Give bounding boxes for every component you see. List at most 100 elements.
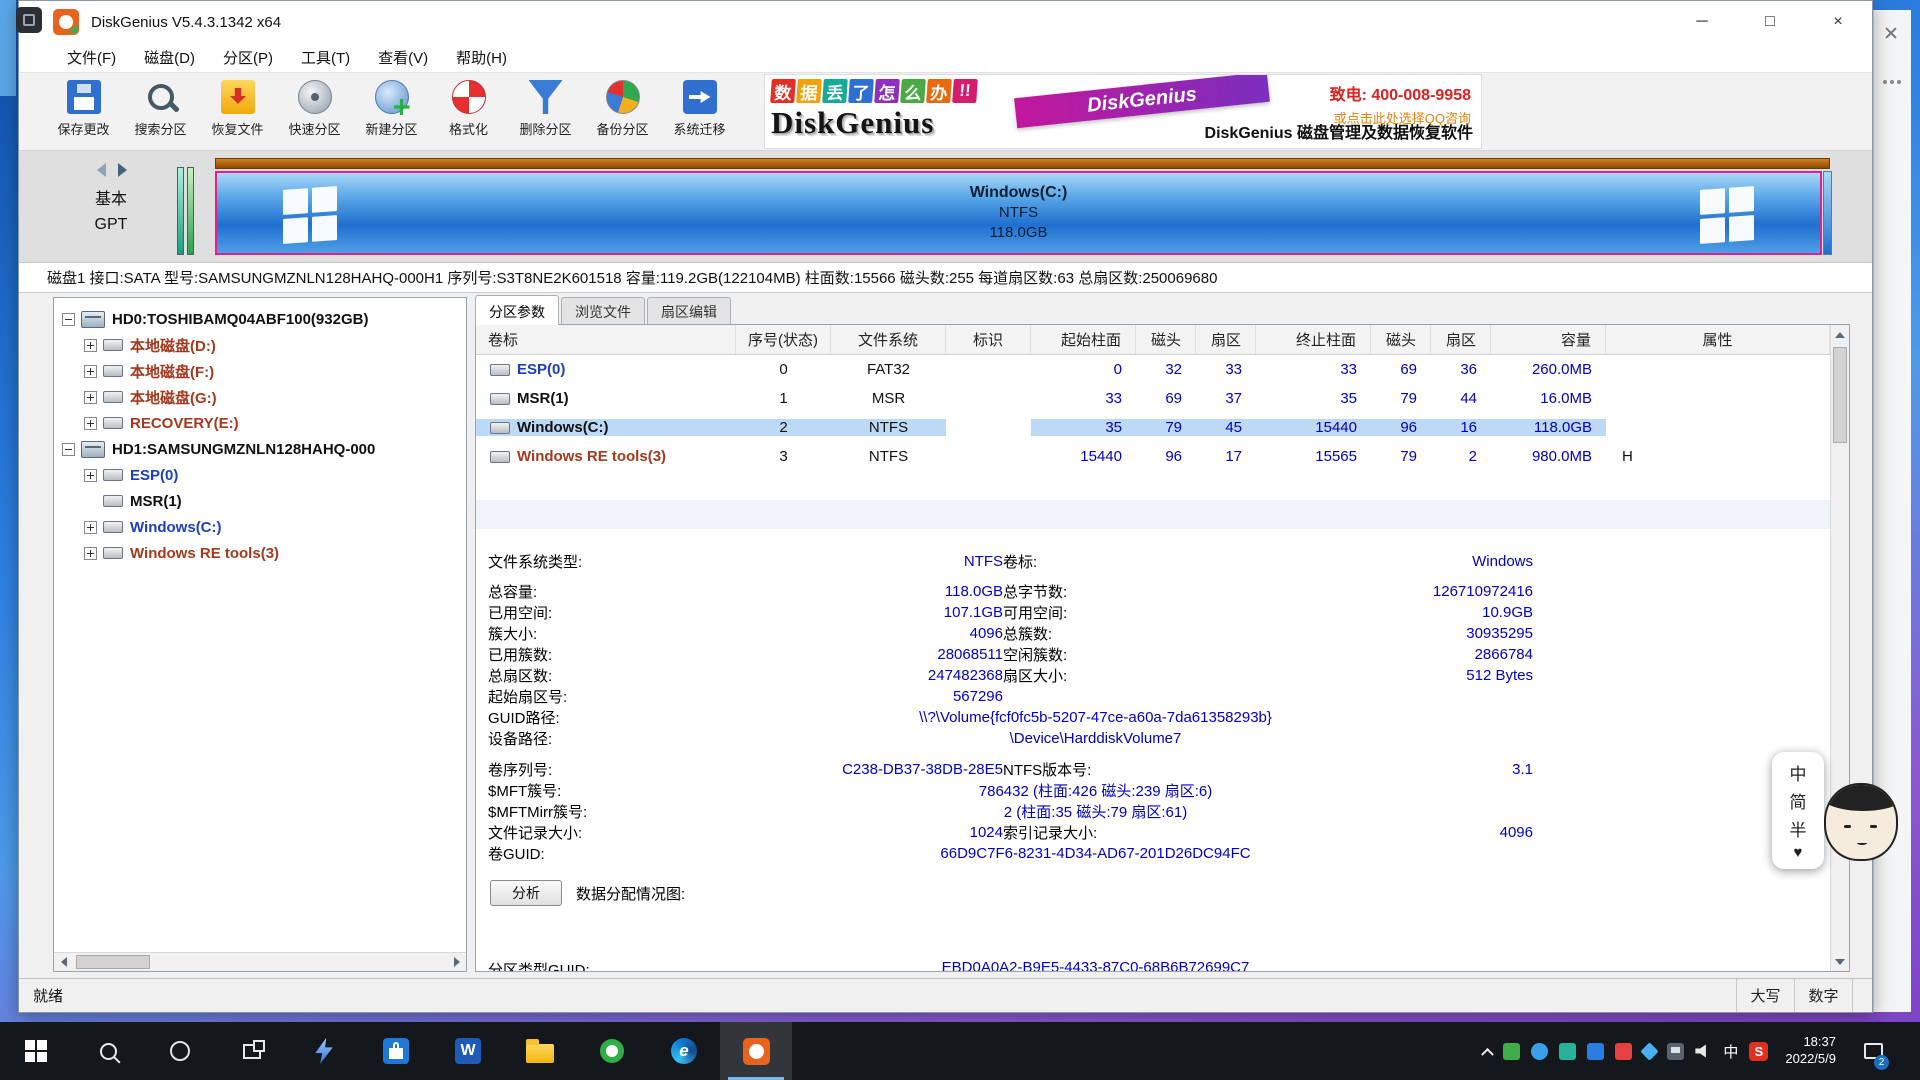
ad-banner[interactable]: 数 据 丢 了 怎 么 办 !! DiskGenius DiskGenius 致… (764, 74, 1482, 149)
sidebar-item-hd0[interactable]: HD0:TOSHIBAMQ04ABF100(932GB) (54, 306, 466, 332)
collapse-toggle-icon[interactable] (62, 313, 75, 326)
taskbar-app-lightning[interactable] (288, 1022, 360, 1080)
scroll-down-icon[interactable] (1831, 952, 1849, 971)
expand-toggle-icon[interactable] (84, 339, 97, 352)
input-language-indicator[interactable]: 中 (1723, 1041, 1738, 1062)
column-header[interactable]: 终止柱面 (1256, 325, 1371, 354)
column-header[interactable]: 磁头 (1136, 325, 1196, 354)
taskbar-app-edge[interactable]: e (648, 1022, 720, 1080)
analyze-button[interactable]: 分析 (490, 880, 562, 906)
menu-disk[interactable]: 磁盘(D) (130, 43, 209, 72)
sidebar-item-local-g[interactable]: 本地磁盘(G:) (54, 384, 466, 410)
start-button[interactable] (0, 1022, 72, 1080)
expand-toggle-icon[interactable] (84, 417, 97, 430)
input-mode-card[interactable]: 中 简 半 ♥ (1772, 752, 1824, 869)
sidebar-item-windows-re[interactable]: Windows RE tools(3) (54, 540, 466, 566)
table-row-esp[interactable]: ESP(0) 0 FAT32 0 32 33 33 69 36 260.0MB (476, 355, 1830, 384)
menu-partition[interactable]: 分区(P) (209, 43, 287, 72)
action-center-button[interactable]: 2 (1853, 1022, 1893, 1080)
taskbar-file-explorer[interactable] (504, 1022, 576, 1080)
sidebar-item-hd1[interactable]: HD1:SAMSUNGMZNLN128HAHQ-000 (54, 436, 466, 462)
background-menu-dots-icon[interactable] (1883, 80, 1901, 84)
taskbar-app-diskgenius-active[interactable] (720, 1022, 792, 1080)
expand-toggle-icon[interactable] (84, 391, 97, 404)
tray-icon-teal[interactable] (1559, 1043, 1576, 1060)
toolbar-new-partition[interactable]: 新建分区 (353, 73, 430, 150)
taskbar-app-word[interactable]: W (432, 1022, 504, 1080)
toolbar-system-migrate[interactable]: 系统迁移 (661, 73, 738, 150)
menu-tools[interactable]: 工具(T) (287, 43, 364, 72)
speaker-icon[interactable] (1695, 1044, 1712, 1058)
background-close-icon[interactable] (1884, 26, 1898, 40)
toolbar-format[interactable]: 格式化 (430, 73, 507, 150)
scroll-left-icon[interactable] (54, 953, 73, 971)
sidebar-item-local-d[interactable]: 本地磁盘(D:) (54, 332, 466, 358)
column-header[interactable]: 扇区 (1196, 325, 1256, 354)
tray-icon-green[interactable] (1503, 1043, 1520, 1060)
expand-toggle-icon[interactable] (84, 469, 97, 482)
tray-expand-chevron-icon[interactable] (1482, 1047, 1495, 1060)
scroll-up-icon[interactable] (1831, 325, 1849, 344)
vertical-scrollbar[interactable] (1830, 325, 1849, 971)
column-header[interactable]: 标识 (946, 325, 1031, 354)
disk0-thumbnail-bar[interactable] (177, 167, 184, 255)
sogou-icon[interactable]: S (1749, 1042, 1768, 1061)
sidebar-item-windows-c[interactable]: Windows(C:) (54, 514, 466, 540)
input-method-widget[interactable]: 中 简 半 ♥ (1772, 752, 1904, 869)
table-row-windows-c-selected[interactable]: Windows(C:) 2 NTFS 35 79 45 15440 96 16 … (476, 413, 1830, 442)
prev-disk-icon[interactable] (97, 163, 106, 177)
tray-icon-red[interactable] (1615, 1043, 1632, 1060)
toolbar-quick-partition[interactable]: 快速分区 (276, 73, 353, 150)
partition-bar-windows-c[interactable]: Windows(C:) NTFS 118.0GB (215, 171, 1822, 255)
scroll-right-icon[interactable] (447, 953, 466, 971)
column-header[interactable]: 卷标 (476, 325, 736, 354)
toolbar-delete-partition[interactable]: 删除分区 (507, 73, 584, 150)
taskbar-cortana[interactable] (144, 1022, 216, 1080)
taskbar-app-browser-green[interactable] (576, 1022, 648, 1080)
expand-toggle-icon[interactable] (84, 365, 97, 378)
toolbar-backup-partition[interactable]: 备份分区 (584, 73, 661, 150)
tray-icon-snowflake[interactable] (1641, 1042, 1659, 1060)
sidebar-item-recovery-e[interactable]: RECOVERY(E:) (54, 410, 466, 436)
scrollbar-thumb[interactable] (76, 955, 150, 969)
maximize-button[interactable]: □ (1736, 1, 1804, 43)
tray-icon-network[interactable] (1667, 1043, 1684, 1060)
toolbar-save-changes[interactable]: 保存更改 (45, 73, 122, 150)
table-row-windows-re[interactable]: Windows RE tools(3) 3 NTFS 15440 96 17 1… (476, 442, 1830, 471)
minimize-button[interactable]: ─ (1668, 1, 1736, 43)
tab-browse-files[interactable]: 浏览文件 (561, 297, 645, 325)
sidebar-item-msr[interactable]: MSR(1) (54, 488, 466, 514)
collapse-toggle-icon[interactable] (62, 443, 75, 456)
toolbar-search-partition[interactable]: 搜索分区 (122, 73, 199, 150)
expand-toggle-icon[interactable] (84, 521, 97, 534)
expand-toggle-icon[interactable] (84, 547, 97, 560)
taskbar-task-view[interactable] (216, 1022, 288, 1080)
column-header[interactable]: 扇区 (1431, 325, 1491, 354)
disk0-thumbnail-bar[interactable] (187, 167, 194, 255)
sidebar-item-local-f[interactable]: 本地磁盘(F:) (54, 358, 466, 384)
taskbar-app-store[interactable] (360, 1022, 432, 1080)
menu-file[interactable]: 文件(F) (53, 43, 130, 72)
tray-icon-qq[interactable] (1587, 1043, 1604, 1060)
column-header[interactable]: 起始柱面 (1031, 325, 1136, 354)
column-header[interactable]: 容量 (1491, 325, 1606, 354)
sidebar-item-esp[interactable]: ESP(0) (54, 462, 466, 488)
tab-sector-edit[interactable]: 扇区编辑 (647, 297, 731, 325)
menu-view[interactable]: 查看(V) (364, 43, 442, 72)
tab-partition-params[interactable]: 分区参数 (475, 295, 559, 325)
column-header[interactable]: 序号(状态) (736, 325, 831, 354)
resize-grip[interactable] (1852, 979, 1872, 1012)
taskbar-clock[interactable]: 18:37 2022/5/9 (1785, 1034, 1836, 1068)
scrollbar-thumb[interactable] (1833, 347, 1847, 443)
taskbar-search[interactable] (72, 1022, 144, 1080)
toolbar-recover-files[interactable]: 恢复文件 (199, 73, 276, 150)
close-button[interactable]: × (1804, 1, 1872, 43)
column-header[interactable]: 磁头 (1371, 325, 1431, 354)
table-row-msr[interactable]: MSR(1) 1 MSR 33 69 37 35 79 44 16.0MB (476, 384, 1830, 413)
column-header[interactable]: 文件系统 (831, 325, 946, 354)
tray-icon-blue-circle[interactable] (1531, 1043, 1548, 1060)
tree-horizontal-scrollbar[interactable] (54, 952, 466, 971)
next-disk-icon[interactable] (118, 163, 127, 177)
column-header[interactable]: 属性 (1606, 325, 1830, 354)
menu-help[interactable]: 帮助(H) (442, 43, 521, 72)
